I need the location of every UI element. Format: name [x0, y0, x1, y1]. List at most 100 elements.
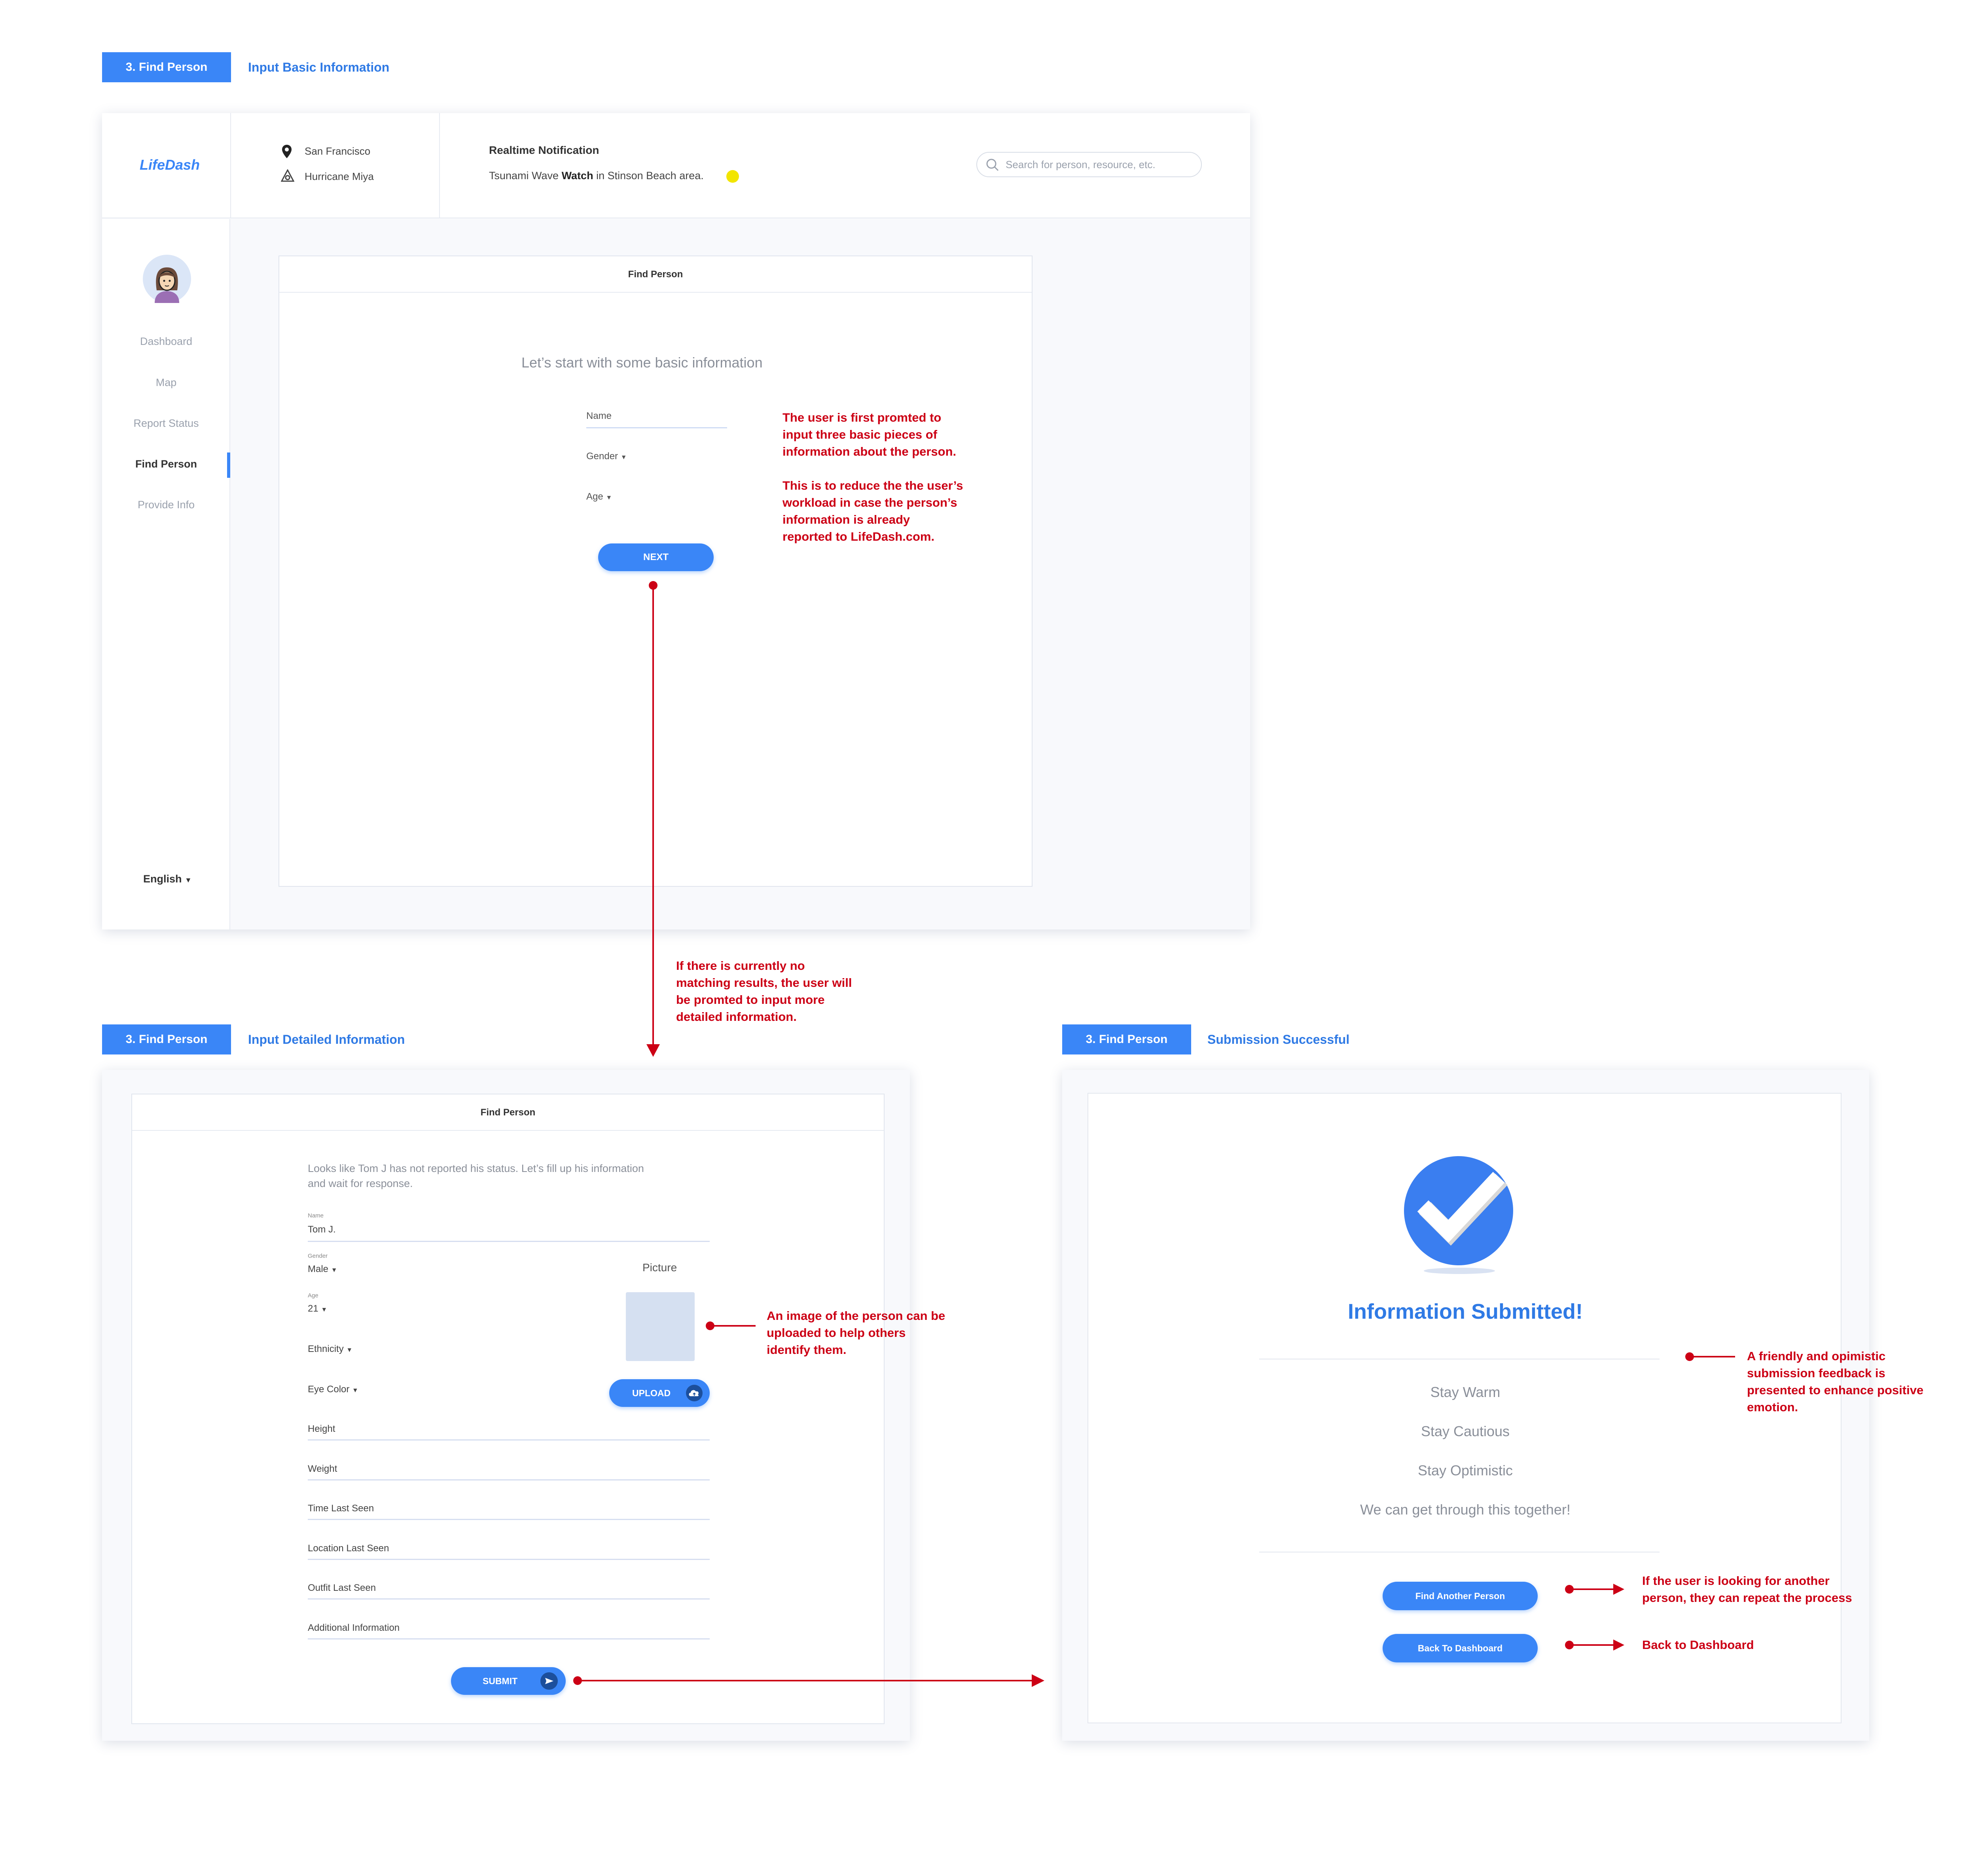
arrow-right-icon	[1613, 1584, 1624, 1595]
annotation-line	[1692, 1356, 1735, 1357]
annotation-line	[1571, 1644, 1615, 1646]
gender-small-label: Gender	[308, 1253, 328, 1259]
flow-line-vertical	[652, 585, 654, 1048]
arrow-right-icon	[1613, 1639, 1624, 1651]
card-title: Find Person	[279, 256, 1032, 293]
picture-preview	[626, 1292, 695, 1361]
height-field[interactable]	[308, 1439, 710, 1441]
hazard-icon	[281, 169, 294, 182]
name-field[interactable]	[586, 427, 727, 428]
flow-line-horizontal	[580, 1680, 1034, 1681]
next-button[interactable]: NEXT	[598, 543, 714, 571]
arrow-down-icon	[646, 1044, 660, 1057]
annotation-basic-info: The user is first promted to input three…	[782, 411, 963, 543]
sidebar-item-provide-info[interactable]: Provide Info	[102, 499, 230, 511]
annotation-repeat: If the user is looking for another perso…	[1642, 1574, 1852, 1605]
back-to-dashboard-button[interactable]: Back To Dashboard	[1383, 1634, 1538, 1662]
form-intro: Looks like Tom J has not reported his st…	[308, 1162, 644, 1189]
search-placeholder: Search for person, resource, etc.	[1006, 159, 1156, 170]
sidebar: Dashboard Map Report Status Find Person …	[102, 219, 230, 929]
location-pin-icon	[282, 145, 292, 158]
weight-label: Weight	[308, 1463, 337, 1474]
search-input[interactable]: Search for person, resource, etc.	[976, 152, 1202, 177]
section-subtitle: Submission Successful	[1207, 1032, 1350, 1047]
weight-field[interactable]	[308, 1479, 710, 1480]
name-field-label: Name	[586, 411, 612, 421]
outfit-last-seen-field[interactable]	[308, 1598, 710, 1600]
name-field[interactable]	[308, 1241, 710, 1242]
sidebar-item-dashboard[interactable]: Dashboard	[102, 335, 230, 348]
annotation-line	[1571, 1588, 1615, 1590]
ethnicity-dropdown[interactable]: Ethnicity ▼	[308, 1344, 352, 1355]
eye-color-dropdown[interactable]: Eye Color ▼	[308, 1384, 358, 1395]
cloud-upload-icon	[686, 1385, 703, 1401]
form-heading: Let’s start with some basic information	[521, 354, 763, 371]
success-card: Information Submitted! Stay Warm Stay Ca…	[1088, 1093, 1842, 1723]
location-last-seen-label: Location Last Seen	[308, 1543, 389, 1554]
success-line-2: Stay Cautious	[1421, 1423, 1510, 1439]
find-another-person-button[interactable]: Find Another Person	[1383, 1582, 1538, 1610]
sidebar-item-report-status[interactable]: Report Status	[102, 417, 230, 430]
section-subtitle: Input Detailed Information	[248, 1032, 405, 1047]
notification-status-dot	[726, 170, 739, 183]
section-tag: 3. Find Person	[102, 52, 231, 82]
notification-text[interactable]: Tsunami Wave Watch in Stinson Beach area…	[489, 170, 704, 182]
app-logo[interactable]: LifeDash	[140, 157, 200, 173]
chevron-down-icon: ▼	[331, 1267, 337, 1274]
time-last-seen-field[interactable]	[308, 1519, 710, 1520]
annotation-back: Back to Dashboard	[1642, 1638, 1754, 1652]
section-tag: 3. Find Person	[1062, 1024, 1191, 1054]
find-person-card: Find Person Looks like Tom J has not rep…	[131, 1094, 885, 1724]
additional-info-label: Additional Information	[308, 1622, 400, 1633]
additional-info-field[interactable]	[308, 1638, 710, 1639]
search-icon	[986, 159, 999, 171]
chevron-down-icon: ▼	[321, 1306, 328, 1313]
chevron-down-icon: ▼	[185, 876, 192, 884]
location-last-seen-field[interactable]	[308, 1559, 710, 1560]
success-line-4: We can get through this together!	[1360, 1501, 1571, 1518]
top-header: LifeDash San Francisco Hurricane Miya Re…	[102, 113, 1250, 218]
annotation-no-match: If there is currently no matching result…	[676, 959, 852, 1024]
user-avatar-icon	[155, 267, 179, 303]
checkmark-icon	[1404, 1156, 1513, 1274]
detailed-info-screen: Find Person Looks like Tom J has not rep…	[102, 1070, 910, 1741]
success-line-1: Stay Warm	[1430, 1384, 1501, 1400]
chevron-down-icon: ▼	[346, 1347, 353, 1354]
chevron-down-icon: ▼	[620, 454, 627, 461]
avatar[interactable]	[143, 255, 191, 303]
sidebar-item-map[interactable]: Map	[102, 377, 230, 389]
active-nav-indicator	[227, 452, 230, 478]
success-title: Information Submitted!	[1348, 1300, 1583, 1323]
upload-button[interactable]: UPLOAD	[609, 1379, 710, 1407]
hazard-text[interactable]: Hurricane Miya	[305, 170, 374, 183]
annotation-line	[712, 1325, 756, 1327]
height-label: Height	[308, 1424, 335, 1434]
send-icon	[540, 1672, 558, 1690]
age-dropdown[interactable]: Age ▼	[586, 491, 612, 502]
section-subtitle: Input Basic Information	[248, 60, 390, 74]
chevron-down-icon: ▼	[606, 494, 612, 501]
picture-label: Picture	[642, 1261, 677, 1274]
gender-dropdown[interactable]: Gender ▼	[586, 451, 627, 462]
annotation-picture: An image of the person can be uploaded t…	[767, 1309, 945, 1357]
name-small-label: Name	[308, 1212, 324, 1219]
section-tag: 3. Find Person	[102, 1024, 231, 1054]
age-dropdown[interactable]: 21 ▼	[308, 1303, 327, 1314]
find-person-card: Find Person Let’s start with some basic …	[279, 256, 1033, 887]
notification-title: Realtime Notification	[489, 144, 599, 156]
arrow-right-icon	[1032, 1674, 1044, 1687]
basic-info-screen: LifeDash San Francisco Hurricane Miya Re…	[102, 113, 1250, 929]
success-line-3: Stay Optimistic	[1417, 1462, 1513, 1478]
language-selector[interactable]: English ▼	[143, 873, 192, 885]
name-value[interactable]: Tom J.	[308, 1224, 336, 1235]
chevron-down-icon: ▼	[352, 1387, 358, 1394]
location-text[interactable]: San Francisco	[305, 145, 370, 157]
sidebar-item-find-person[interactable]: Find Person	[102, 458, 230, 470]
annotation-feedback: A friendly and opimistic submission feed…	[1747, 1349, 1924, 1414]
gender-dropdown[interactable]: Male ▼	[308, 1264, 337, 1275]
card-title: Find Person	[132, 1094, 884, 1131]
submit-button[interactable]: SUBMIT	[451, 1667, 566, 1695]
time-last-seen-label: Time Last Seen	[308, 1503, 374, 1514]
age-small-label: Age	[308, 1292, 318, 1299]
outfit-last-seen-label: Outfit Last Seen	[308, 1583, 376, 1593]
